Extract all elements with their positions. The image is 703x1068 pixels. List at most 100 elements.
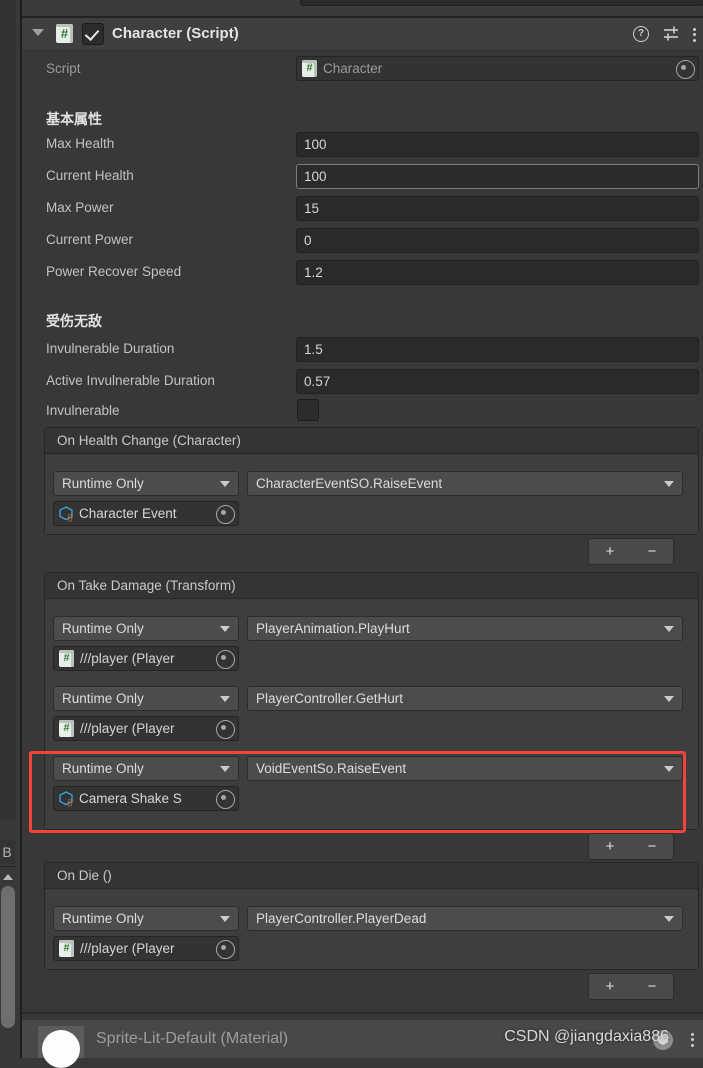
chevron-down-icon (220, 766, 230, 772)
component-enabled-checkbox[interactable] (82, 23, 104, 45)
remove-listener-button[interactable]: − (648, 839, 657, 854)
script-object-name: Character (323, 61, 383, 76)
event-method-dropdown[interactable]: CharacterEventSO.RaiseEvent (247, 471, 683, 496)
field-value: 0.57 (304, 374, 331, 389)
section-header-invulnerable: 受伤无敌 (46, 313, 102, 329)
preset-icon[interactable] (662, 25, 680, 43)
more-menu-icon[interactable] (693, 25, 697, 43)
invulnerable-checkbox[interactable] (297, 399, 319, 421)
vertical-scrollbar-thumb[interactable] (1, 886, 15, 1028)
event-method-label: CharacterEventSO.RaiseEvent (256, 476, 443, 491)
remove-listener-button[interactable]: − (648, 979, 657, 994)
field-label-current-power: Current Power (46, 232, 134, 247)
object-picker-icon[interactable] (216, 650, 235, 669)
add-listener-button[interactable]: + (606, 839, 615, 854)
event-mode-dropdown[interactable]: Runtime Only (53, 471, 239, 496)
remove-listener-button[interactable]: − (648, 544, 657, 559)
field-label-invulnerable: Invulnerable (46, 403, 120, 418)
object-picker-icon[interactable] (676, 60, 695, 79)
field-current-power[interactable]: 0 (296, 228, 699, 253)
event-target-object-field[interactable]: # ///player (Player (53, 936, 239, 961)
foldout-arrow-icon[interactable] (32, 29, 44, 36)
footer-divider (22, 1012, 703, 1014)
scriptable-object-icon: {} (59, 791, 75, 807)
field-value: 1.5 (304, 342, 323, 357)
event-title: On Health Change (Character) (45, 428, 698, 454)
svg-text:{}: {} (68, 513, 74, 522)
section-header-basic: 基本属性 (46, 111, 102, 127)
field-power-recover-speed[interactable]: 1.2 (296, 260, 699, 285)
gutter-divider (0, 866, 16, 867)
field-current-health[interactable]: 100 (296, 164, 699, 189)
event-method-label: PlayerAnimation.PlayHurt (256, 621, 410, 636)
unity-event-on-die: On Die () Runtime Only PlayerController.… (44, 862, 699, 970)
event-mode-dropdown[interactable]: Runtime Only (53, 906, 239, 931)
add-listener-button[interactable]: + (606, 544, 615, 559)
event-target-object-field[interactable]: # ///player (Player (53, 646, 239, 671)
help-icon[interactable]: ? (633, 26, 649, 42)
chevron-down-icon (220, 696, 230, 702)
field-value: 1.2 (304, 265, 323, 280)
chevron-down-icon (220, 626, 230, 632)
csharp-script-icon: # (59, 650, 74, 667)
event-mode-dropdown[interactable]: Runtime Only (53, 756, 239, 781)
event-method-dropdown[interactable]: PlayerController.GetHurt (247, 686, 683, 711)
field-max-power[interactable]: 15 (296, 196, 699, 221)
event-method-dropdown[interactable]: PlayerAnimation.PlayHurt (247, 616, 683, 641)
event-target-name: ///player (Player (80, 941, 175, 956)
material-title: Sprite-Lit-Default (Material) (96, 1030, 289, 1047)
object-picker-icon[interactable] (216, 720, 235, 739)
field-max-health[interactable]: 100 (296, 132, 699, 157)
event-method-dropdown[interactable]: PlayerController.PlayerDead (247, 906, 683, 931)
watermark-text: CSDN @jiangdaxia886 (504, 1028, 669, 1045)
unity-event-on-health-change: On Health Change (Character) Runtime Onl… (44, 427, 699, 535)
component-header[interactable]: # Character (Script) ? (22, 18, 703, 49)
event-method-dropdown[interactable]: VoidEventSo.RaiseEvent (247, 756, 683, 781)
field-label-power-recover-speed: Power Recover Speed (46, 264, 182, 279)
field-label-active-invulnerable-duration: Active Invulnerable Duration (46, 373, 215, 388)
event-target-object-field[interactable]: # ///player (Player (53, 716, 239, 741)
previous-component-field (300, 0, 703, 6)
event-title: On Take Damage (Transform) (45, 573, 698, 599)
csharp-script-icon: # (59, 940, 74, 957)
script-object-field[interactable]: # Character (296, 56, 699, 81)
event-target-object-field[interactable]: {} Character Event (53, 501, 239, 526)
event-mode-dropdown[interactable]: Runtime Only (53, 616, 239, 641)
csharp-script-icon: # (59, 720, 74, 737)
object-picker-icon[interactable] (216, 790, 235, 809)
gutter-label: B (0, 840, 15, 864)
field-invulnerable-duration[interactable]: 1.5 (296, 337, 699, 362)
event-add-remove-buttons[interactable]: + − (588, 833, 674, 860)
unity-event-on-take-damage: On Take Damage (Transform) Runtime Only … (44, 572, 699, 830)
field-value: 100 (304, 137, 327, 152)
field-label-current-health: Current Health (46, 168, 134, 183)
event-entries: Runtime Only PlayerController.PlayerDead… (45, 890, 698, 969)
chevron-down-icon (664, 626, 674, 632)
event-target-object-field[interactable]: {} Camera Shake S (53, 786, 239, 811)
event-mode-label: Runtime Only (62, 761, 144, 776)
event-mode-label: Runtime Only (62, 621, 144, 636)
field-label-invulnerable-duration: Invulnerable Duration (46, 341, 175, 356)
event-add-remove-buttons[interactable]: + − (588, 973, 674, 1000)
chevron-down-icon (664, 916, 674, 922)
field-value: 100 (304, 169, 327, 184)
field-active-invulnerable-duration[interactable]: 0.57 (296, 369, 699, 394)
scroll-up-arrow-icon[interactable] (3, 874, 13, 880)
event-add-remove-buttons[interactable]: + − (588, 538, 674, 565)
chevron-down-icon (664, 766, 674, 772)
event-method-label: VoidEventSo.RaiseEvent (256, 761, 407, 776)
event-target-name: ///player (Player (80, 721, 175, 736)
field-label-max-power: Max Power (46, 200, 114, 215)
csharp-script-icon: # (302, 60, 317, 77)
material-preview-sphere (42, 1030, 80, 1068)
object-picker-icon[interactable] (216, 505, 235, 524)
add-listener-button[interactable]: + (606, 979, 615, 994)
event-entries: Runtime Only CharacterEventSO.RaiseEvent… (45, 455, 698, 534)
csharp-script-icon: # (56, 24, 73, 43)
event-title: On Die () (45, 863, 698, 889)
object-picker-icon[interactable] (216, 940, 235, 959)
event-method-label: PlayerController.GetHurt (256, 691, 404, 706)
more-menu-icon[interactable] (691, 1030, 695, 1048)
event-mode-dropdown[interactable]: Runtime Only (53, 686, 239, 711)
component-title: Character (Script) (112, 25, 239, 42)
